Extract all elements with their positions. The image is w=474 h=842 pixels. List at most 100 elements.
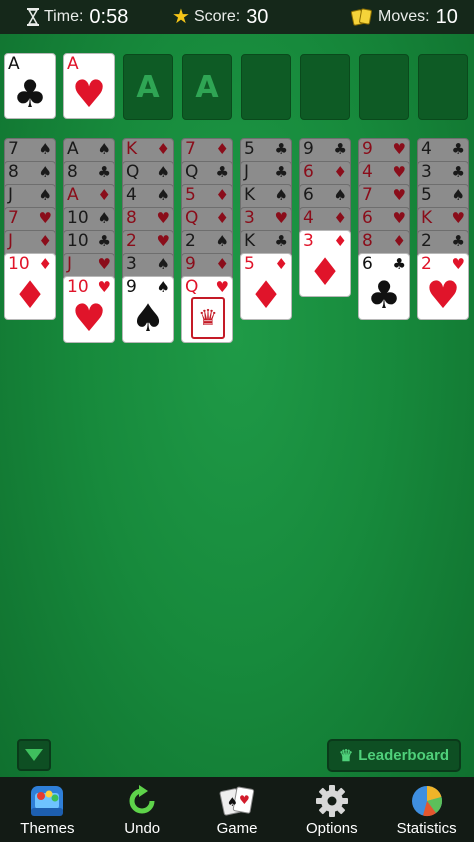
foundation-slot[interactable]: A [182, 54, 232, 120]
card-suit-small: ♥ [274, 209, 288, 227]
tableau-card-top[interactable]: 9 ♠ ♠ [122, 276, 174, 343]
collapse-button[interactable] [17, 739, 51, 771]
card-suit-small: ♦ [156, 140, 170, 158]
nav-statistics[interactable]: Statistics [379, 777, 474, 842]
card-suit-small: ♦ [274, 255, 288, 273]
tableau-card-top[interactable]: 10 ♦ ♦ [4, 253, 56, 320]
card-suit-small: ♠ [215, 232, 229, 250]
card-suit-small: ♦ [215, 209, 229, 227]
card-suit-large: ♥ [71, 296, 107, 340]
tableau-card-top[interactable]: 3 ♦ ♦ [299, 230, 351, 297]
tableau-card-top[interactable]: Q ♥ ♛ [181, 276, 233, 343]
card-suit-small: ♦ [38, 232, 52, 250]
foundation-card[interactable]: A ♣ [4, 53, 56, 119]
card-rank: 4 [126, 185, 137, 205]
card-rank: A [67, 54, 79, 74]
card-suit-small: ♠ [38, 186, 52, 204]
card-suit-small: ♠ [333, 186, 347, 204]
card-suit-small: ♣ [451, 140, 465, 158]
card-suit-large: ♠ [130, 296, 166, 340]
card-suit-small: ♦ [333, 232, 347, 250]
card-rank: 5 [421, 185, 432, 205]
card-suit-small: ♦ [97, 186, 111, 204]
moves-label: Moves: [378, 8, 430, 25]
card-rank: 9 [185, 254, 196, 274]
card-suit-large: ♦ [307, 250, 343, 294]
card-rank: K [244, 185, 256, 205]
card-rank: 7 [8, 139, 19, 159]
card-rank: 3 [126, 254, 137, 274]
card-suit-small: ♥ [451, 255, 465, 273]
tableau-card-top[interactable]: 6 ♣ ♣ [358, 253, 410, 320]
tableau-card-top[interactable]: 10 ♥ ♥ [63, 276, 115, 343]
card-suit-small: ♠ [38, 140, 52, 158]
card-suit-large: ♦ [248, 273, 284, 317]
card-rank: 7 [8, 208, 19, 228]
card-suit-small: ♣ [333, 140, 347, 158]
card-suit-small: ♥ [392, 140, 406, 158]
card-suit-small: ♣ [215, 163, 229, 181]
card-suit-small: ♥ [156, 209, 170, 227]
card-rank: 9 [126, 277, 137, 297]
card-rank: 8 [126, 208, 137, 228]
crown-icon: ♛ [338, 747, 354, 765]
card-suit-large: ♥ [425, 273, 461, 317]
foundation-slot[interactable]: A [123, 54, 173, 120]
svg-text:♥: ♥ [239, 793, 250, 807]
nav-options[interactable]: Options [284, 777, 379, 842]
card-suit-small: ♣ [97, 163, 111, 181]
moves-value: 10 [435, 5, 458, 28]
card-suit-small: ♦ [38, 255, 52, 273]
free-cell[interactable] [300, 54, 350, 120]
card-rank: 2 [421, 231, 432, 251]
card-rank: 3 [244, 208, 255, 228]
card-rank: 7 [185, 139, 196, 159]
card-rank: 9 [303, 139, 314, 159]
card-suit-small: ♠ [97, 209, 111, 227]
card-rank: 8 [8, 162, 19, 182]
card-suit-small: ♠ [156, 186, 170, 204]
card-suit-small: ♣ [274, 163, 288, 181]
time-stat: Time: 0:58 [26, 0, 128, 34]
hourglass-icon [27, 8, 39, 26]
nav-statistics-label: Statistics [396, 820, 457, 837]
card-suit-small: ♣ [451, 163, 465, 181]
nav-themes-label: Themes [20, 820, 75, 837]
card-suit: ♣ [12, 72, 48, 116]
card-rank: Q [185, 162, 199, 182]
card-rank: Q [185, 277, 199, 297]
nav-game[interactable]: ♠ ♥ Game [190, 777, 285, 842]
card-suit-small: ♦ [215, 186, 229, 204]
game-icon: ♠ ♥ [219, 786, 255, 816]
card-rank: 5 [244, 254, 255, 274]
queen-face-icon: ♛ [191, 297, 225, 339]
free-cell[interactable] [241, 54, 291, 120]
cards-icon [350, 8, 374, 26]
card-suit-small: ♣ [392, 255, 406, 273]
card-rank: 8 [362, 231, 373, 251]
score-label: Score: [193, 8, 241, 25]
time-label: Time: [44, 8, 84, 25]
tableau-card-top[interactable]: 5 ♦ ♦ [240, 253, 292, 320]
foundation-card[interactable]: A ♥ [63, 53, 115, 119]
tableau-card-top[interactable]: 2 ♥ ♥ [417, 253, 469, 320]
card-rank: 5 [244, 139, 255, 159]
card-suit-large: ♦ [12, 273, 48, 317]
card-rank: A [67, 185, 79, 205]
card-rank: A [67, 139, 79, 159]
nav-themes[interactable]: Themes [0, 777, 95, 842]
leaderboard-button[interactable]: ♛ Leaderboard [327, 739, 461, 772]
undo-icon [129, 785, 155, 814]
card-rank: 5 [185, 185, 196, 205]
card-suit-small: ♥ [156, 232, 170, 250]
card-suit-small: ♠ [451, 186, 465, 204]
card-rank: 2 [126, 231, 137, 251]
score-value: 30 [246, 5, 269, 28]
gear-icon [315, 785, 348, 817]
nav-undo[interactable]: Undo [95, 777, 190, 842]
score-stat: ★ Score: 30 [172, 0, 268, 34]
card-rank: 8 [67, 162, 78, 182]
free-cell[interactable] [418, 54, 468, 120]
card-suit-small: ♣ [451, 232, 465, 250]
free-cell[interactable] [359, 54, 409, 120]
